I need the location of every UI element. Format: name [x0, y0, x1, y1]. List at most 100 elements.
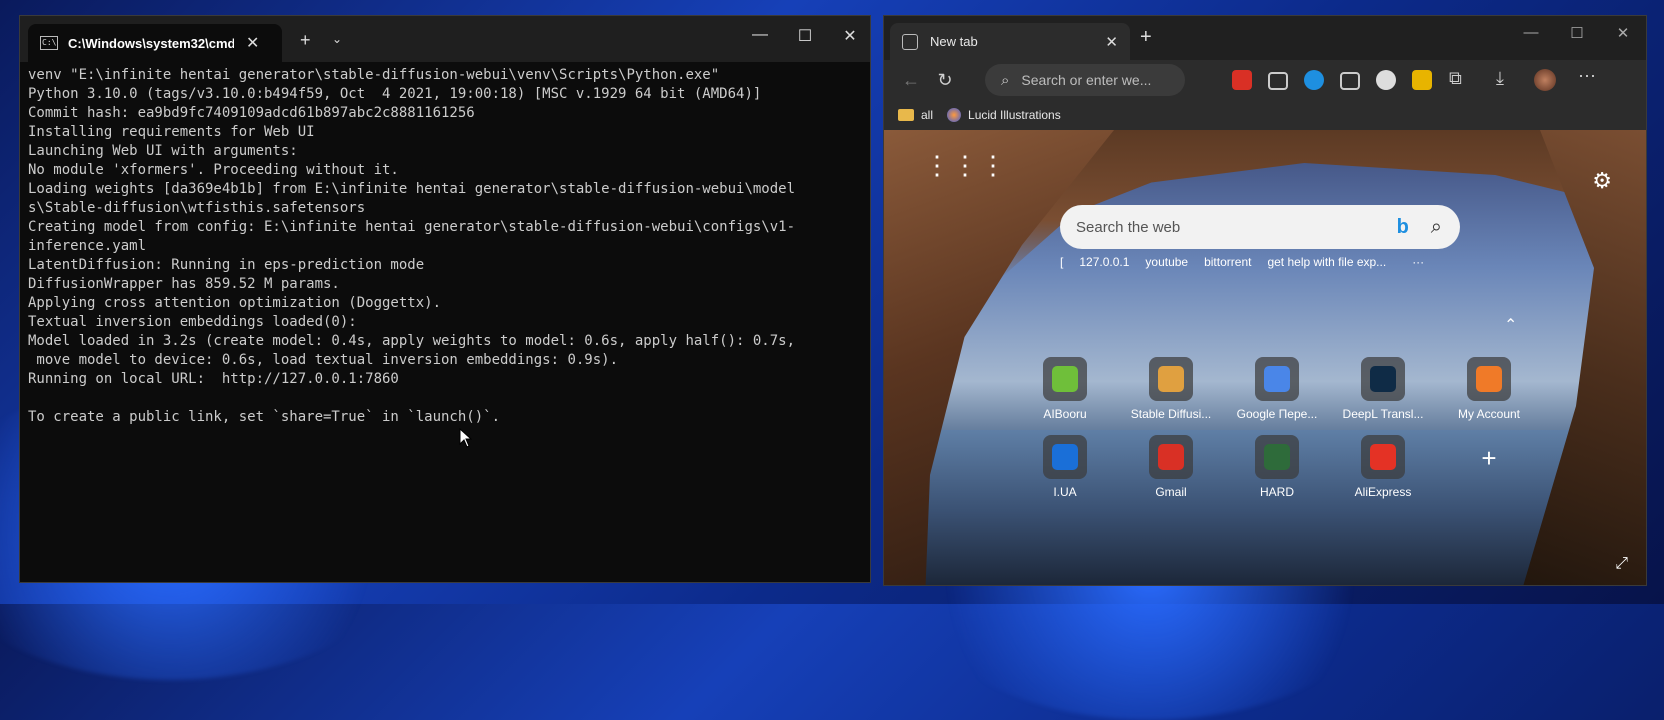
tile-icon-frame: [1467, 357, 1511, 401]
tile-label: AIBooru: [1043, 407, 1087, 421]
terminal-line: inference.yaml: [28, 238, 147, 254]
address-bar[interactable]: ⌕ Search or enter we...: [985, 64, 1185, 96]
maximize-icon[interactable]: ☐: [790, 26, 820, 46]
terminal-line: Python 3.10.0 (tags/v3.10.0:b494f59, Oct…: [28, 86, 762, 102]
terminal-line: LatentDiffusion: Running in eps-predicti…: [28, 257, 425, 273]
terminal-line: To create a public link, set `share=True…: [28, 409, 501, 425]
tile-icon-frame: [1149, 435, 1193, 479]
address-placeholder: Search or enter we...: [1021, 72, 1152, 88]
site-icon: [1158, 366, 1184, 392]
favorite-folder-all[interactable]: all: [898, 108, 933, 122]
browser-tab-title: New tab: [930, 34, 978, 49]
favorite-label: Lucid Illustrations: [968, 108, 1061, 122]
back-arrow-icon[interactable]: ←: [894, 70, 928, 91]
top-site-tile[interactable]: Gmail: [1118, 435, 1224, 499]
tile-icon-frame: [1149, 357, 1193, 401]
refresh-icon[interactable]: ↻: [928, 70, 962, 91]
close-tab-icon[interactable]: ✕: [1105, 33, 1118, 51]
shazam-extension-icon[interactable]: [1304, 70, 1324, 90]
site-icon: [1264, 444, 1290, 470]
crypto-extension-icon[interactable]: [1412, 70, 1432, 90]
site-icon: [1052, 366, 1078, 392]
gear-icon[interactable]: ⚙: [1592, 168, 1612, 194]
quick-link[interactable]: bittorrent: [1204, 255, 1251, 269]
tile-label: DeepL Transl...: [1342, 407, 1424, 421]
quick-links: [ 127.0.0.1 youtube bittorrent get help …: [1060, 255, 1424, 269]
top-site-tile[interactable]: I.UA: [1012, 435, 1118, 499]
terminal-titlebar[interactable]: C:\ C:\Windows\system32\cmd.e: ✕ + ⌄ — ☐…: [20, 16, 870, 62]
terminal-line: Running on local URL: http://127.0.0.1:7…: [28, 371, 399, 387]
terminal-line: No module 'xformers'. Proceeding without…: [28, 162, 399, 178]
lucid-site-icon: [947, 108, 962, 122]
terminal-line: venv "E:\infinite hentai generator\stabl…: [28, 67, 720, 83]
tab-actions-icon[interactable]: [1268, 72, 1288, 90]
terminal-tab[interactable]: C:\ C:\Windows\system32\cmd.e: ✕: [28, 24, 282, 62]
terminal-tab-title: C:\Windows\system32\cmd.e:: [68, 35, 234, 51]
terminal-line: s\Stable-diffusion\wtfisthis.safetensors: [28, 200, 366, 216]
tile-label: Stable Diffusi...: [1130, 407, 1212, 421]
close-window-icon[interactable]: ✕: [1608, 24, 1638, 42]
minimize-icon[interactable]: —: [1516, 24, 1546, 41]
tile-label: I.UA: [1053, 485, 1077, 499]
search-icon[interactable]: ⌕: [1431, 216, 1442, 239]
new-tab-plus-icon[interactable]: +: [300, 30, 311, 51]
terminal-line: Model loaded in 3.2s (create model: 0.4s…: [28, 333, 796, 349]
terminal-line: DiffusionWrapper has 859.52 M params.: [28, 276, 340, 292]
quick-link[interactable]: youtube: [1145, 255, 1188, 269]
reader-extension-icon[interactable]: [1340, 72, 1360, 90]
maximize-icon[interactable]: ☐: [1562, 24, 1592, 42]
terminal-window[interactable]: C:\ C:\Windows\system32\cmd.e: ✕ + ⌄ — ☐…: [19, 15, 871, 583]
top-site-tile[interactable]: My Account: [1436, 357, 1542, 421]
mouse-cursor-icon: [459, 428, 473, 448]
tile-label: Google Пере...: [1236, 407, 1318, 421]
quick-link[interactable]: get help with file exp...: [1267, 255, 1386, 269]
puzzle-extensions-icon[interactable]: ⧉: [1449, 68, 1469, 88]
terminal-line: Textual inversion embeddings loaded(0):: [28, 314, 357, 330]
tile-label: HARD: [1259, 485, 1294, 499]
quick-link[interactable]: [: [1060, 255, 1063, 269]
folder-icon: [898, 109, 914, 121]
tile-icon-frame: [1361, 435, 1405, 479]
new-tab-plus-icon[interactable]: +: [1140, 26, 1152, 49]
quick-links-more[interactable]: ···: [1412, 255, 1424, 269]
top-site-tile[interactable]: HARD: [1224, 435, 1330, 499]
new-tab-page: ⋮⋮⋮ ⚙ Search the web b ⌕ [ 127.0.0.1 you…: [884, 130, 1646, 585]
close-tab-icon[interactable]: ✕: [246, 33, 259, 53]
browser-window[interactable]: New tab ✕ + — ☐ ✕ ← ↻ ⌕ Search or enter …: [883, 15, 1647, 586]
terminal-line: Launching Web UI with arguments:: [28, 143, 298, 159]
terminal-line: move model to device: 0.6s, load textual…: [28, 352, 619, 368]
chevron-down-icon[interactable]: ⌄: [332, 32, 342, 46]
add-shortcut-button[interactable]: +: [1436, 435, 1542, 499]
top-site-tile[interactable]: AliExpress: [1330, 435, 1436, 499]
chevron-up-icon[interactable]: ⌃: [1504, 315, 1517, 335]
expand-icon[interactable]: ⤢: [1615, 555, 1628, 573]
browser-tabbar[interactable]: New tab ✕ + — ☐ ✕: [884, 16, 1646, 60]
top-sites-grid: AIBooru Stable Diffusi... Google Пере... De…: [1012, 357, 1542, 499]
terminal-line: Creating model from config: E:\infinite …: [28, 219, 796, 235]
quick-link[interactable]: 127.0.0.1: [1079, 255, 1129, 269]
tile-icon-frame: [1255, 435, 1299, 479]
mail-extension-icon[interactable]: [1232, 70, 1252, 90]
w-extension-icon[interactable]: [1376, 70, 1396, 90]
terminal-output[interactable]: venv "E:\infinite hentai generator\stabl…: [20, 62, 870, 431]
download-icon[interactable]: ⤓: [1496, 68, 1516, 88]
web-search-box[interactable]: Search the web b ⌕: [1060, 205, 1460, 249]
top-site-tile[interactable]: DeepL Transl...: [1330, 357, 1436, 421]
browser-tab[interactable]: New tab ✕: [890, 23, 1130, 60]
favorite-label: all: [921, 108, 934, 122]
tile-label: Gmail: [1155, 485, 1187, 499]
top-site-tile[interactable]: Stable Diffusi...: [1118, 357, 1224, 421]
top-site-tile[interactable]: Google Пере...: [1224, 357, 1330, 421]
more-menu-icon[interactable]: ⋯: [1578, 66, 1598, 86]
top-site-tile[interactable]: AIBooru: [1012, 357, 1118, 421]
tile-icon-frame: [1361, 357, 1405, 401]
apps-grid-icon[interactable]: ⋮⋮⋮: [924, 152, 1008, 178]
tile-icon-frame: [1043, 357, 1087, 401]
new-tab-page-icon: [902, 33, 918, 50]
minimize-icon[interactable]: —: [745, 26, 775, 44]
bing-icon[interactable]: b: [1397, 216, 1409, 239]
tile-icon-frame: [1043, 435, 1087, 479]
close-window-icon[interactable]: ✕: [835, 26, 865, 46]
profile-avatar[interactable]: [1534, 69, 1556, 91]
favorite-lucid-illustrations[interactable]: Lucid Illustrations: [947, 108, 1061, 122]
